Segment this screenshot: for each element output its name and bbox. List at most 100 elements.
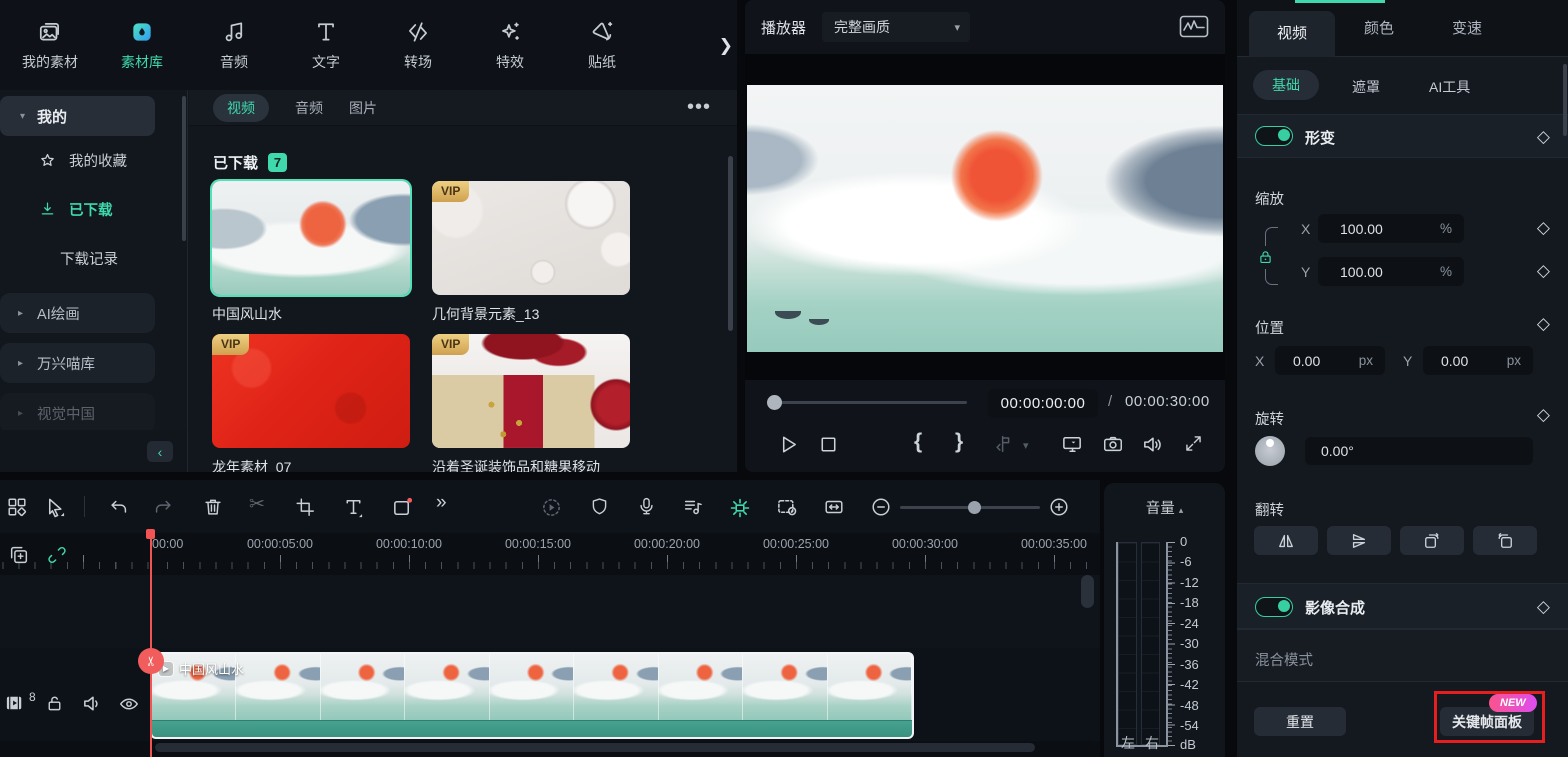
scale-y-field[interactable]: 100.00 % (1318, 257, 1464, 286)
transform-toggle[interactable] (1255, 126, 1293, 146)
preview-quality-button[interactable] (776, 496, 799, 519)
mute-button[interactable] (1141, 433, 1164, 456)
record-placeholder-button[interactable] (391, 496, 414, 519)
stop-button[interactable] (817, 433, 840, 456)
reset-button[interactable]: 重置 (1254, 707, 1346, 736)
keyframe-highlight-button[interactable] (728, 496, 752, 520)
marker-button[interactable] (993, 433, 1015, 455)
sidebar-collapse-button[interactable]: ‹ (147, 441, 173, 462)
mute-track-button[interactable] (81, 692, 104, 715)
keyframe-diamond-icon[interactable]: ◇ (1537, 262, 1550, 279)
sidebar-scrollbar[interactable] (182, 96, 186, 241)
lock-track-button[interactable] (44, 693, 65, 714)
more-options-icon[interactable]: ••• (687, 96, 711, 119)
rotate-knob[interactable] (1255, 436, 1285, 466)
nav-my-media[interactable]: 我的素材 (16, 19, 84, 72)
inspector-scrollbar[interactable] (1563, 64, 1567, 136)
nav-transition[interactable]: 转场 (384, 19, 452, 72)
timeline-vertical-scrollbar[interactable] (1081, 575, 1094, 608)
scale-lock[interactable] (1257, 246, 1274, 269)
sidebar-item-favorites[interactable]: 我的收藏 (0, 136, 187, 185)
timeline-horizontal-scrollbar[interactable] (155, 743, 1035, 752)
nav-stickers[interactable]: 贴纸 (568, 19, 636, 72)
render-preview-button[interactable] (540, 496, 563, 519)
volume-title[interactable]: 音量 ▴ (1104, 497, 1225, 518)
media-card-dragon-year[interactable]: VIP (212, 334, 410, 448)
track-lane-upper[interactable] (0, 575, 1100, 648)
sidebar-group-vcg[interactable]: ▸ 视觉中国 (0, 393, 155, 433)
voiceover-button[interactable] (636, 496, 657, 517)
shield-button[interactable] (589, 496, 610, 517)
media-card-christmas[interactable]: VIP (432, 334, 630, 448)
tab-color[interactable]: 颜色 (1349, 0, 1409, 57)
seek-bar[interactable] (771, 401, 967, 404)
timeline-clip[interactable]: ▶ 中国风山水 (150, 652, 914, 739)
flip-horizontal-button[interactable] (1254, 526, 1318, 555)
nav-library[interactable]: 素材库 (108, 19, 176, 72)
sidebar-item-downloaded[interactable]: 已下载 (0, 185, 187, 234)
scale-x-field[interactable]: 100.00 % (1318, 214, 1464, 243)
nav-expand-chevron-icon[interactable]: ❯ (719, 36, 733, 56)
zoom-in-button[interactable] (1048, 496, 1070, 518)
subtab-mask[interactable]: 遮罩 (1352, 77, 1380, 97)
delete-button[interactable] (202, 496, 224, 518)
rotate-cw-button[interactable] (1400, 526, 1464, 555)
rotate-ccw-button[interactable] (1473, 526, 1537, 555)
current-time[interactable]: 00:00:00:00 (988, 389, 1098, 418)
tab-video-props[interactable]: 视频 (1249, 11, 1335, 57)
nav-audio[interactable]: 音频 (200, 19, 268, 72)
media-layout-button[interactable] (6, 496, 28, 518)
playhead-trim-handle[interactable]: ✂ (138, 648, 164, 674)
nav-text[interactable]: 文字 (292, 19, 360, 72)
link-clips-button[interactable] (46, 544, 68, 566)
sidebar-item-mine[interactable]: ▾ 我的 (0, 96, 155, 136)
compositing-toggle[interactable] (1255, 597, 1293, 617)
mark-out-button[interactable]: } (955, 430, 963, 454)
quality-dropdown[interactable]: 完整画质 ▾ (822, 12, 971, 42)
preview-stage[interactable] (745, 54, 1225, 380)
media-card-landscape[interactable] (212, 181, 410, 295)
tab-speed[interactable]: 变速 (1437, 0, 1497, 57)
position-x-field[interactable]: 0.00 px (1275, 346, 1385, 375)
audio-mixer-button[interactable] (682, 496, 704, 518)
more-tools-button[interactable]: » (436, 492, 447, 514)
zoom-out-button[interactable] (870, 496, 892, 518)
zoom-slider-handle[interactable] (968, 500, 981, 514)
subtab-basic[interactable]: 基础 (1253, 70, 1319, 100)
rotate-field[interactable]: 0.00° (1305, 437, 1533, 465)
keyframe-diamond-icon[interactable]: ◇ (1537, 315, 1550, 332)
redo-button[interactable] (152, 496, 174, 518)
subtab-ai-tools[interactable]: AI工具 (1429, 77, 1470, 97)
scope-button[interactable] (1179, 15, 1209, 38)
tab-video[interactable]: 视频 (213, 93, 269, 122)
undo-button[interactable] (108, 496, 130, 518)
keyframe-diamond-icon[interactable]: ◇ (1537, 406, 1550, 423)
select-tool-button[interactable] (44, 496, 67, 519)
zoom-slider[interactable] (900, 500, 1040, 514)
seek-handle[interactable] (767, 395, 782, 410)
split-button[interactable]: ✂ (249, 493, 265, 516)
crop-button[interactable] (294, 496, 316, 518)
mark-in-button[interactable]: { (914, 430, 922, 454)
text-tool-button[interactable] (342, 496, 365, 519)
keyframe-diamond-icon[interactable]: ◇ (1537, 128, 1550, 145)
library-scrollbar[interactable] (728, 156, 733, 331)
play-button[interactable] (777, 433, 800, 456)
fullscreen-button[interactable] (1183, 433, 1204, 454)
tab-picture[interactable]: 图片 (349, 98, 377, 118)
tab-audio[interactable]: 音频 (295, 98, 323, 118)
flip-vertical-button[interactable] (1327, 526, 1391, 555)
mirror-display-button[interactable] (1061, 433, 1084, 456)
sidebar-item-download-history[interactable]: 下载记录 (0, 234, 187, 283)
keyframe-diamond-icon[interactable]: ◇ (1537, 219, 1550, 236)
sidebar-group-wondershare-library[interactable]: ▸ 万兴喵库 (0, 343, 155, 383)
track-type-button[interactable] (4, 692, 27, 715)
keyframe-diamond-icon[interactable]: ◇ (1537, 598, 1550, 615)
hide-track-button[interactable] (118, 693, 140, 715)
fit-timeline-button[interactable] (823, 496, 845, 518)
sidebar-group-ai-painting[interactable]: ▸ AI绘画 (0, 293, 155, 333)
marker-dropdown[interactable]: ▾ (1023, 439, 1029, 452)
playhead[interactable] (150, 533, 152, 757)
media-card-geometric[interactable]: VIP (432, 181, 630, 295)
position-y-field[interactable]: 0.00 px (1423, 346, 1533, 375)
